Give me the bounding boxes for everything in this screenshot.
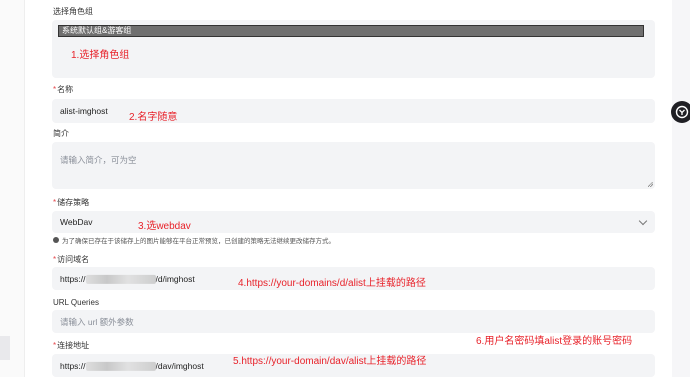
url-queries-label: URL Queries xyxy=(53,298,99,307)
domain-value: https:// /d/imghost xyxy=(60,273,195,284)
resize-handle[interactable] xyxy=(648,182,653,187)
domain-value-suffix: /d/imghost xyxy=(155,273,195,284)
required-mark: * xyxy=(53,85,57,94)
url-queries-input[interactable]: 请输入 url 额外参数 xyxy=(52,310,655,333)
assistant-icon[interactable] xyxy=(671,101,690,123)
annotation-step-6: 6.用户名密码填alist登录的账号密码 xyxy=(476,336,633,347)
annotation-step-5: 5.https://your-domain/dav/alist上挂载的路径 xyxy=(233,356,427,367)
domain-value-prefix: https:// xyxy=(60,273,86,284)
name-label: *名称 xyxy=(53,85,73,95)
info-icon xyxy=(53,237,59,243)
redacted-domain xyxy=(85,274,156,284)
intro-label: 简介 xyxy=(53,129,69,138)
annotation-step-2: 2.名字随意 xyxy=(129,112,178,123)
domain-label-text: 访问域名 xyxy=(57,255,90,264)
assistant-glyph xyxy=(675,105,689,119)
required-mark: * xyxy=(53,341,57,350)
domain-label: *访问域名 xyxy=(53,255,89,265)
annotation-step-1: 1.选择角色组 xyxy=(71,50,130,61)
endpoint-value-suffix: /dav/imghost xyxy=(155,360,204,371)
storage-note: 为了确保已存在于该储存上的图片能够在平台正常预览，已创建的策略无法继续更改储存方… xyxy=(53,235,335,245)
intro-textarea[interactable]: 请输入简介，可为空 xyxy=(52,142,655,189)
role-group-selected[interactable]: 系统默认组&游客组 xyxy=(58,25,644,37)
intro-placeholder: 请输入简介，可为空 xyxy=(60,155,137,165)
endpoint-label-text: 连接地址 xyxy=(57,341,90,350)
role-group-label: 选择角色组 xyxy=(53,7,93,16)
name-value: alist-imghost xyxy=(60,106,108,116)
required-mark: * xyxy=(53,255,57,264)
storage-note-text: 为了确保已存在于该储存上的图片能够在平台正常预览，已创建的策略无法继续更改储存方… xyxy=(62,238,335,245)
storage-label: *储存策略 xyxy=(53,198,89,208)
storage-value: WebDav xyxy=(60,217,93,227)
right-scroll-edge xyxy=(672,0,690,377)
annotation-step-4: 4.https://your-domains/d/alist上挂载的路径 xyxy=(238,278,426,289)
endpoint-label: *连接地址 xyxy=(53,341,89,351)
left-sidebar-edge xyxy=(0,0,25,377)
annotation-step-3: 3.选webdav xyxy=(138,221,191,232)
chevron-down-icon xyxy=(638,216,648,226)
sidebar-active-marker xyxy=(0,336,10,360)
redacted-domain xyxy=(85,361,156,371)
endpoint-value-prefix: https:// xyxy=(60,360,86,371)
storage-label-text: 储存策略 xyxy=(57,198,90,207)
url-queries-placeholder: 请输入 url 额外参数 xyxy=(60,316,134,327)
endpoint-value: https:// /dav/imghost xyxy=(60,360,204,371)
name-label-text: 名称 xyxy=(57,85,74,94)
required-mark: * xyxy=(53,198,57,207)
